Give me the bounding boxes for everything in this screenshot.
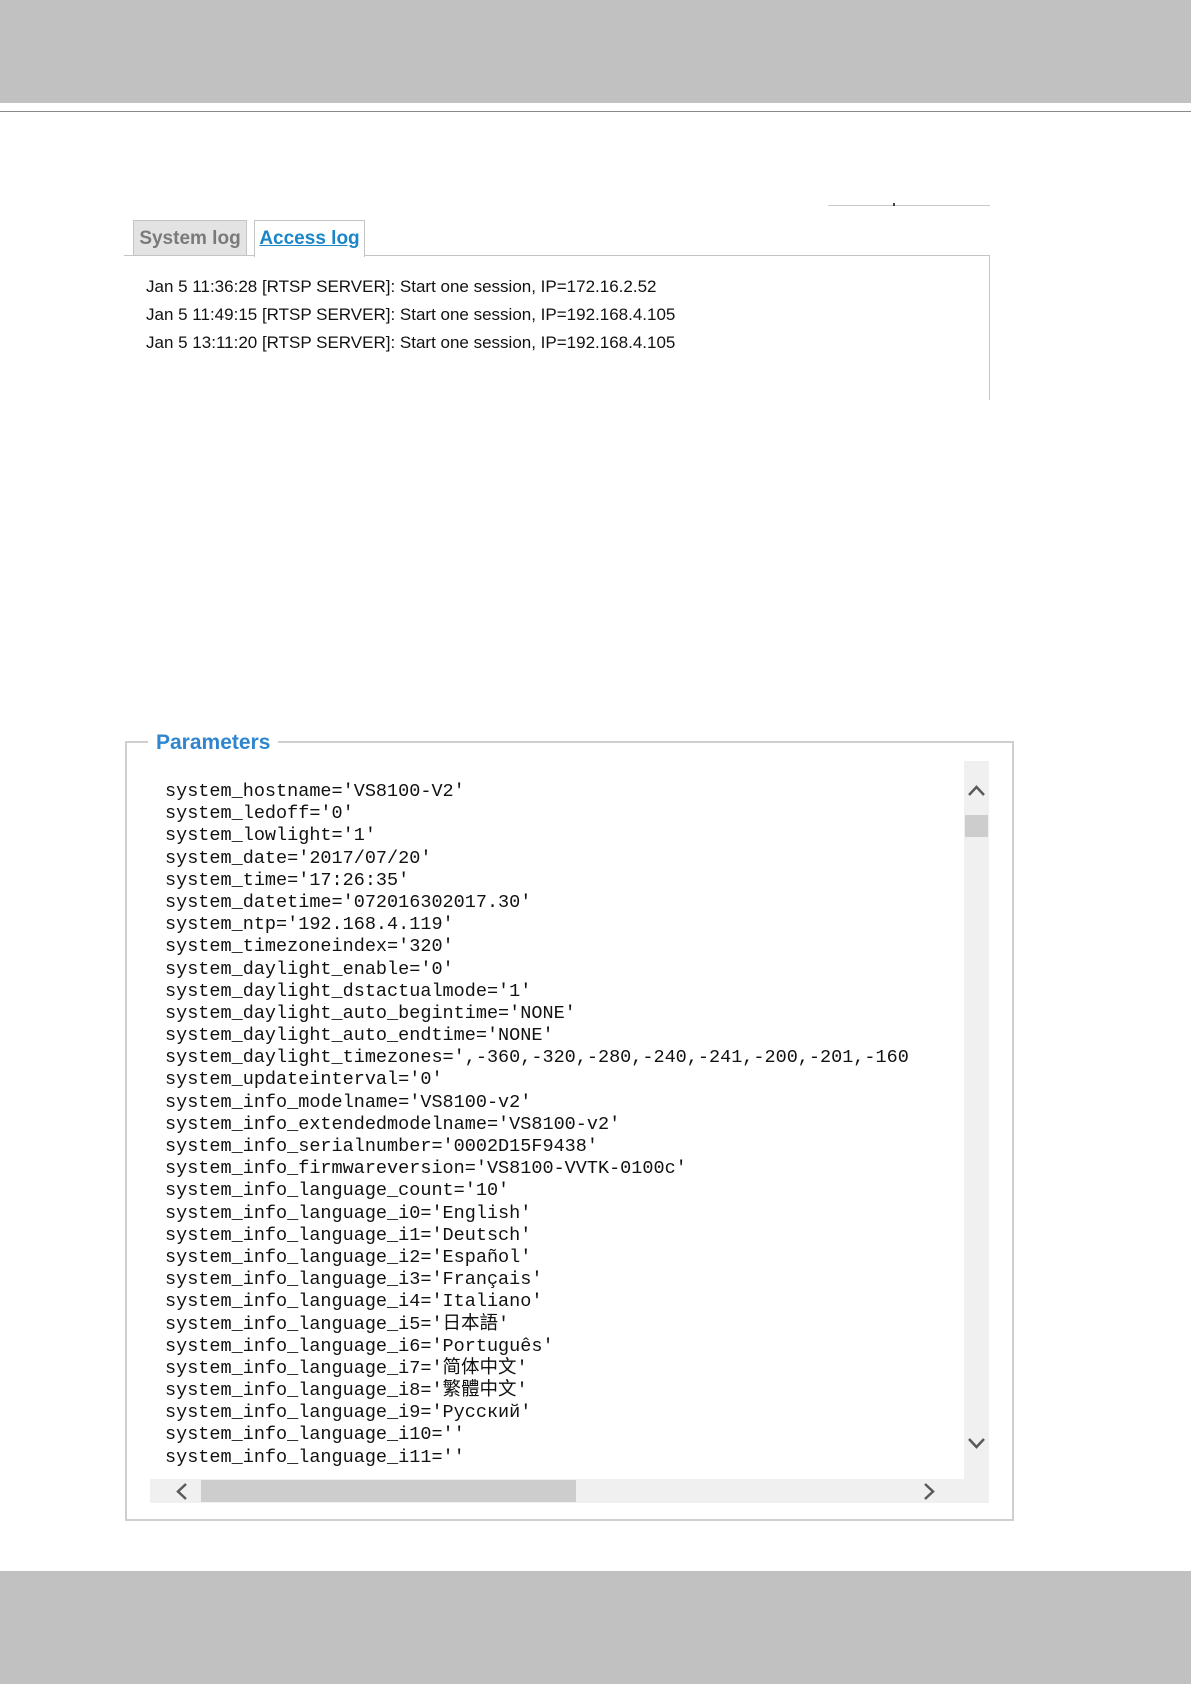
parameter-line: system_updateinterval='0' — [165, 1069, 443, 1091]
chevron-right-icon[interactable] — [923, 1482, 937, 1501]
parameter-line: system_daylight_auto_endtime='NONE' — [165, 1025, 554, 1047]
chevron-down-icon[interactable] — [967, 1437, 986, 1451]
parameter-line: system_info_serialnumber='0002D15F9438' — [165, 1136, 598, 1157]
horizontal-scroll-thumb[interactable] — [201, 1480, 576, 1502]
log-entry: Jan 5 13:11:20 [RTSP SERVER]: Start one … — [146, 333, 676, 352]
parameter-line: system_info_language_i10='' — [165, 1424, 465, 1446]
parameter-line: system_info_language_i3='Français' — [165, 1269, 543, 1291]
parameter-line: system_ntp='192.168.4.119' — [165, 914, 454, 936]
parameter-line: system_daylight_auto_begintime='NONE' — [165, 1002, 576, 1024]
log-entry: Jan 5 11:49:15 [RTSP SERVER]: Start one … — [146, 305, 676, 324]
parameter-line: system_timezoneindex='320' — [165, 936, 454, 958]
parameter-line: system_ledoff='0' — [165, 803, 354, 825]
panel-edge-tick — [893, 203, 895, 206]
parameter-line: system_daylight_dstactualmode='1' — [165, 980, 532, 1002]
parameter-line: system_info_firmwareversion='VS8100-VVTK… — [165, 1158, 687, 1180]
parameter-line: system_info_language_i6='Português' — [165, 1335, 554, 1357]
parameters-list: system_hostname='VS8100-V2' system_ledoff… — [165, 781, 909, 1469]
footer-band — [0, 1571, 1191, 1684]
parameter-line: system_info_language_i2='Español' — [165, 1246, 532, 1268]
parameter-line: system_time='17:26:35' — [165, 869, 410, 891]
header-divider — [0, 111, 1191, 112]
parameter-line: system_info_language_i5='日本語' — [165, 1313, 510, 1335]
tab-access-log-label[interactable]: Access log — [259, 228, 359, 249]
panel-edge-mark — [828, 205, 990, 206]
parameter-line: system_info_extendedmodelname='VS8100-v2… — [165, 1113, 621, 1135]
parameters-textarea[interactable]: system_hostname='VS8100-V2' system_ledoff… — [150, 761, 964, 1479]
scroll-corner — [964, 1479, 989, 1503]
vertical-scroll-thumb[interactable] — [965, 815, 988, 837]
parameter-line: system_info_language_i8='繁體中文' — [165, 1380, 528, 1402]
parameter-line: system_daylight_enable='0' — [165, 958, 454, 980]
log-entry: Jan 5 11:36:28 [RTSP SERVER]: Start one … — [146, 277, 657, 296]
tab-system-log[interactable]: System log — [133, 220, 247, 256]
parameter-line: system_date='2017/07/20' — [165, 847, 432, 869]
parameter-line: system_datetime='072016302017.30' — [165, 891, 532, 913]
parameter-line: system_info_language_i7='简体中文' — [165, 1357, 528, 1379]
parameters-legend: Parameters — [148, 729, 279, 757]
parameter-line: system_daylight_timezones=',-360,-320,-2… — [165, 1047, 909, 1069]
parameter-line: system_info_language_i9='Русский' — [165, 1402, 532, 1424]
parameter-line: system_info_language_i4='Italiano' — [165, 1291, 543, 1313]
horizontal-scrollbar[interactable] — [150, 1479, 964, 1503]
chevron-left-icon[interactable] — [174, 1482, 188, 1501]
chevron-up-icon[interactable] — [967, 783, 986, 797]
parameter-line: system_info_language_i0='English' — [165, 1202, 532, 1224]
parameter-line: system_info_language_i1='Deutsch' — [165, 1224, 532, 1246]
tab-access-log[interactable]: Access log — [254, 220, 365, 257]
parameter-line: system_info_modelname='VS8100-v2' — [165, 1091, 532, 1113]
vertical-scrollbar[interactable] — [964, 761, 989, 1479]
parameter-line: system_lowlight='1' — [165, 825, 376, 847]
parameter-line: system_info_language_i11='' — [165, 1446, 465, 1468]
parameter-line: system_info_language_count='10' — [165, 1180, 510, 1202]
parameter-line: system_hostname='VS8100-V2' — [165, 781, 465, 802]
header-band — [0, 0, 1191, 103]
